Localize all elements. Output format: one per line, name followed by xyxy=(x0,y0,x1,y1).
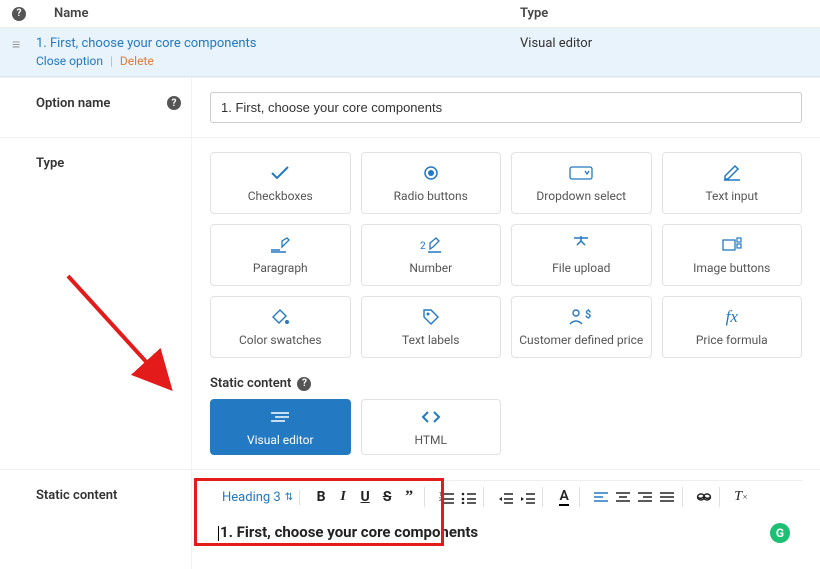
type-card-customer-price[interactable]: $ Customer defined price xyxy=(511,296,652,358)
align-center-button[interactable] xyxy=(614,487,632,507)
chevron-up-down-icon: ⇅ xyxy=(285,492,293,503)
type-card-label: Paragraph xyxy=(253,261,308,275)
bucket-icon xyxy=(270,307,290,327)
type-card-number[interactable]: 2 Number xyxy=(361,224,502,286)
type-card-label: Checkboxes xyxy=(248,189,313,203)
editor-content-area[interactable]: 1. First, choose your core components xyxy=(210,513,802,555)
image-buttons-icon xyxy=(722,235,742,255)
italic-button[interactable]: I xyxy=(334,487,352,507)
type-card-label: Visual editor xyxy=(247,433,314,447)
link-button[interactable] xyxy=(695,487,713,507)
svg-text:$: $ xyxy=(585,308,591,321)
ordered-list-button[interactable]: 12 xyxy=(437,487,455,507)
type-card-radio[interactable]: Radio buttons xyxy=(361,152,502,214)
indent-button[interactable] xyxy=(518,487,536,507)
type-card-paragraph[interactable]: Paragraph xyxy=(210,224,351,286)
type-card-label: Number xyxy=(409,261,452,275)
svg-text:2: 2 xyxy=(439,497,442,503)
column-header-type: Type xyxy=(520,6,800,21)
unordered-list-button[interactable] xyxy=(459,487,477,507)
type-card-label: Radio buttons xyxy=(394,189,468,203)
type-card-label: File upload xyxy=(552,261,610,275)
editor-toolbar: Heading 3 ⇅ B I U S ” 12 xyxy=(210,481,802,513)
option-name-section: Option name ? xyxy=(0,77,820,137)
type-card-label: Text labels xyxy=(402,333,459,347)
static-content-heading: Static content ? xyxy=(210,376,802,391)
static-card-html[interactable]: HTML xyxy=(361,399,502,455)
align-right-button[interactable] xyxy=(636,487,654,507)
type-card-dropdown[interactable]: Dropdown select xyxy=(511,152,652,214)
type-card-checkboxes[interactable]: Checkboxes xyxy=(210,152,351,214)
delete-option-link[interactable]: Delete xyxy=(120,54,154,68)
column-header-name: Name xyxy=(26,6,520,21)
outdent-button[interactable] xyxy=(496,487,514,507)
type-section: Type Checkboxes Radio buttons Dropdown xyxy=(0,137,820,469)
heading-select[interactable]: Heading 3 ⇅ xyxy=(220,490,293,505)
radio-icon xyxy=(423,163,439,183)
type-card-label: Color swatches xyxy=(239,333,322,347)
static-content-label: Static content xyxy=(0,470,192,569)
help-icon[interactable]: ? xyxy=(167,96,181,110)
type-card-label: Image buttons xyxy=(693,261,770,275)
column-headers: ? Name Type xyxy=(0,0,820,28)
type-card-label: Price formula xyxy=(696,333,768,347)
formula-icon: fx xyxy=(726,307,738,327)
bold-button[interactable]: B xyxy=(312,487,330,507)
option-item-title[interactable]: 1. First, choose your core components xyxy=(36,36,520,51)
quote-button[interactable]: ” xyxy=(400,487,418,507)
check-icon xyxy=(270,163,290,183)
pencil-icon xyxy=(723,163,741,183)
svg-text:2: 2 xyxy=(420,241,426,252)
help-icon[interactable]: ? xyxy=(12,7,26,21)
align-left-button[interactable] xyxy=(592,487,610,507)
type-card-textinput[interactable]: Text input xyxy=(662,152,803,214)
type-card-textlabels[interactable]: Text labels xyxy=(361,296,502,358)
underline-button[interactable]: U xyxy=(356,487,374,507)
number-icon: 2 xyxy=(420,235,442,255)
type-label: Type xyxy=(36,156,64,171)
type-card-label: HTML xyxy=(415,433,448,447)
type-card-priceformula[interactable]: fx Price formula xyxy=(662,296,803,358)
clear-format-button[interactable]: T× xyxy=(732,487,750,507)
rich-text-editor: Heading 3 ⇅ B I U S ” 12 xyxy=(210,480,802,555)
static-content-grid: Visual editor HTML xyxy=(210,399,802,455)
html-icon xyxy=(420,407,442,427)
option-name-label: Option name xyxy=(36,96,110,111)
option-item-type: Visual editor xyxy=(520,36,800,51)
align-justify-button[interactable] xyxy=(658,487,676,507)
type-card-imagebuttons[interactable]: Image buttons xyxy=(662,224,803,286)
paragraph-icon xyxy=(270,235,290,255)
annotation-arrow-icon xyxy=(60,268,200,418)
dropdown-icon xyxy=(569,163,593,183)
type-card-label: Text input xyxy=(705,189,758,203)
option-item-actions: Close option | Delete xyxy=(36,54,520,68)
tag-icon xyxy=(422,307,440,327)
close-option-link[interactable]: Close option xyxy=(36,54,103,68)
grammarly-icon[interactable]: G xyxy=(770,523,790,543)
type-card-fileupload[interactable]: File upload xyxy=(511,224,652,286)
text-color-button[interactable]: A xyxy=(555,487,573,507)
type-card-label: Customer defined price xyxy=(519,333,643,347)
visual-editor-icon xyxy=(269,407,291,427)
option-list-item: ≡ 1. First, choose your core components … xyxy=(0,28,820,77)
type-grid: Checkboxes Radio buttons Dropdown select… xyxy=(210,152,802,358)
strikethrough-button[interactable]: S xyxy=(378,487,396,507)
type-card-label: Dropdown select xyxy=(536,189,626,203)
option-name-input[interactable] xyxy=(210,92,802,123)
type-card-color[interactable]: Color swatches xyxy=(210,296,351,358)
static-content-section: Static content Heading 3 ⇅ B I U S ” xyxy=(0,469,820,569)
static-card-visual-editor[interactable]: Visual editor xyxy=(210,399,351,455)
help-icon[interactable]: ? xyxy=(297,377,311,391)
customer-price-icon: $ xyxy=(569,307,593,327)
drag-handle-icon[interactable]: ≡ xyxy=(12,36,26,52)
upload-icon xyxy=(572,235,590,255)
